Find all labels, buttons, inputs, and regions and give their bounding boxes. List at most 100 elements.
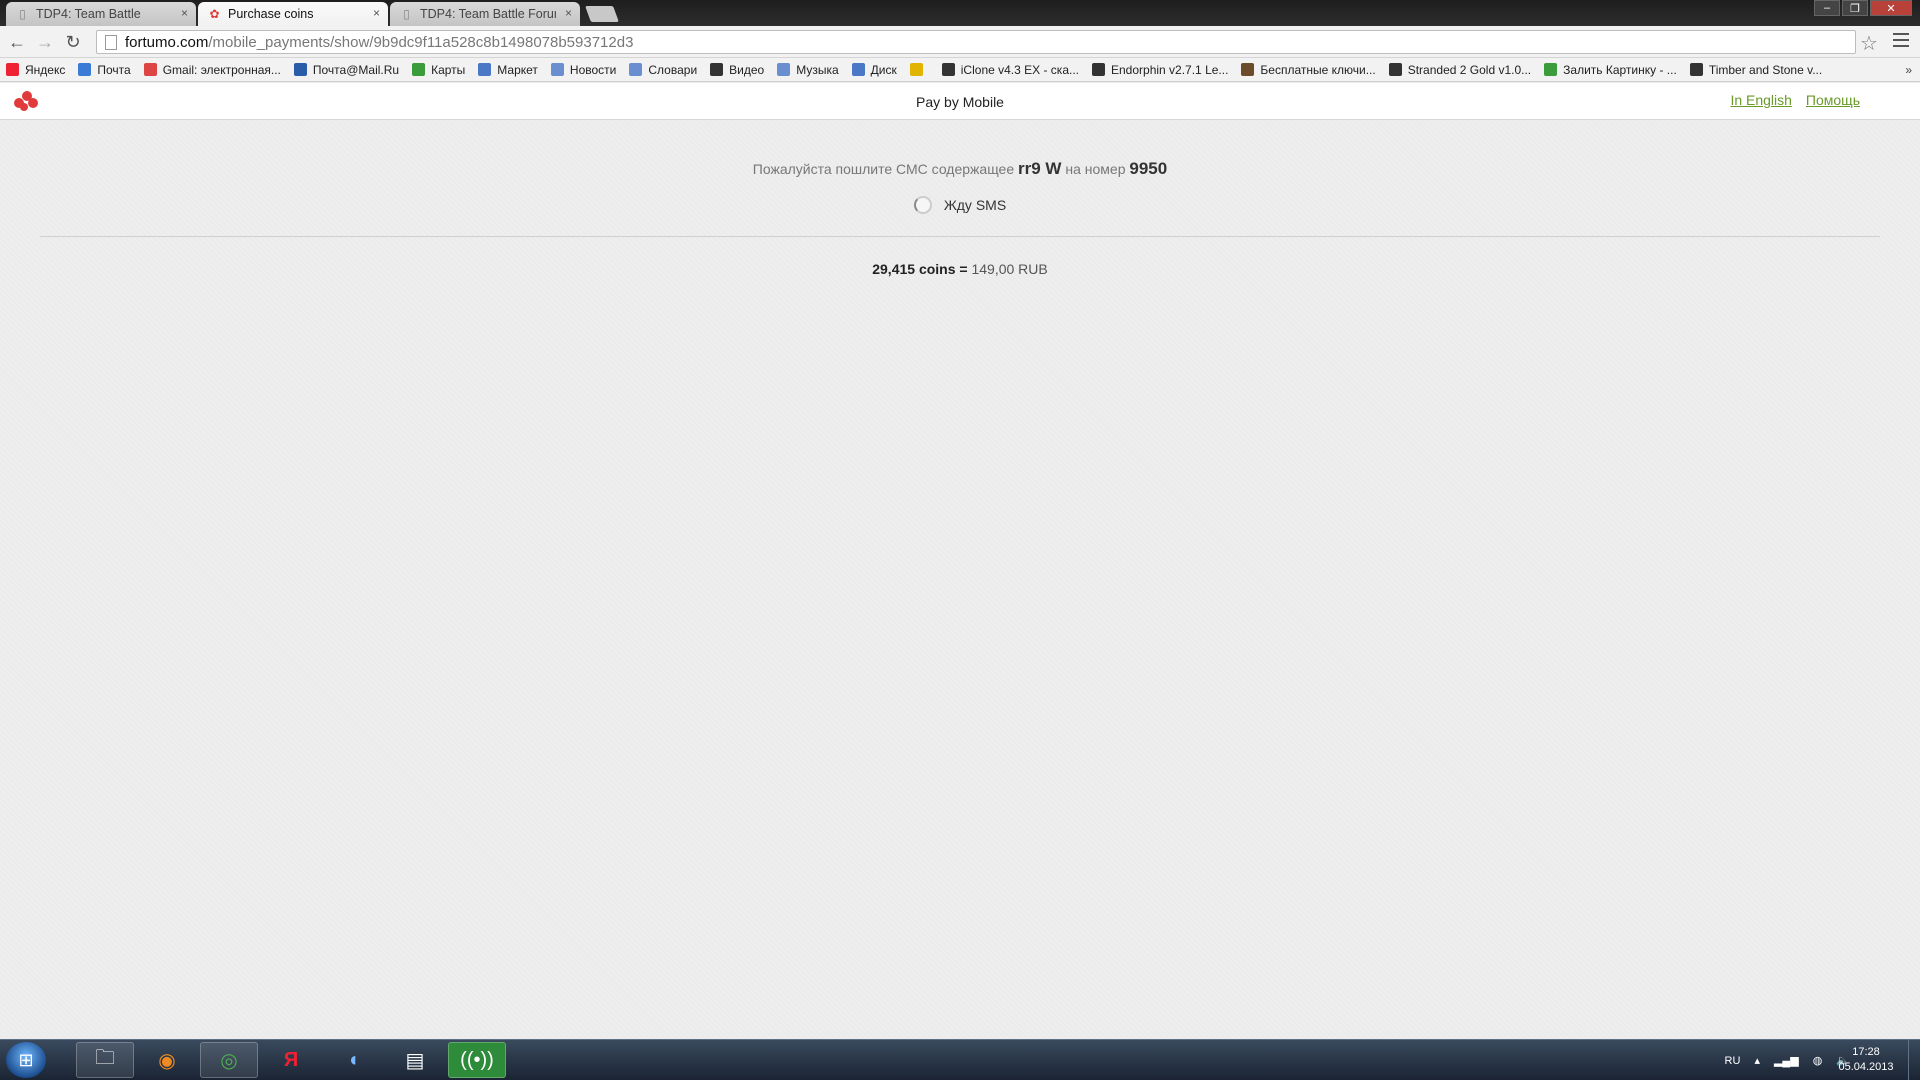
bookmark-label: Timber and Stone v... [1708, 62, 1823, 77]
video-icon [710, 63, 724, 76]
firefox-icon[interactable]: ◉ [138, 1042, 196, 1078]
bookmark-label: Новости [569, 62, 617, 77]
maps-icon [412, 63, 426, 76]
help-link[interactable]: Помощь [1806, 92, 1860, 108]
start-button-icon[interactable]: ⊞ [6, 1042, 46, 1078]
bookmark-label: Видео [729, 62, 765, 77]
bookmark-item[interactable]: Endorphin v2.7.1 Le... [1092, 63, 1228, 77]
coins-amount: 29,415 coins = [872, 261, 968, 277]
tab-label: Purchase coins [228, 7, 314, 21]
url-path: /mobile_payments/show/9b9dc9f11a528c8b14… [208, 33, 634, 51]
windows-taskbar: ⊞ 🗀 ◉ ◎ Я ◖ ▤ ((•)) RU ▴ ▂▄▆ ◍ 🔈 17:28 0… [0, 1039, 1920, 1080]
maximize-icon[interactable]: ❐ [1842, 0, 1868, 16]
in-english-link[interactable]: In English [1730, 92, 1791, 108]
bookmark-item[interactable]: Словари [629, 63, 697, 77]
language-indicator[interactable]: RU [1725, 1055, 1741, 1067]
key-icon [1241, 63, 1255, 76]
bookmark-item[interactable]: Почта [78, 63, 131, 77]
system-tray: RU ▴ ▂▄▆ ◍ 🔈 [1725, 1040, 1850, 1080]
globe-icon[interactable]: ◍ [1813, 1054, 1823, 1067]
bookmarks-bar: Яндекс Почта Gmail: электронная... Почта@Ma… [0, 58, 1920, 82]
bookmark-star-icon[interactable]: ☆ [1860, 31, 1878, 56]
price-summary: 29,415 coins = 149,00 RUB [0, 261, 1920, 277]
tab-label: TDP4: Team Battle Forum [420, 7, 556, 21]
chrome-menu-icon[interactable] [1893, 33, 1909, 47]
page-icon: ▯ [19, 7, 26, 21]
browser-toolbar: ← → ↻ fortumo.com /mobile_payments/show/… [0, 26, 1920, 58]
chrome-icon[interactable]: ◎ [200, 1042, 258, 1078]
reload-icon[interactable]: ↻ [62, 31, 84, 53]
package-icon [1689, 63, 1703, 76]
bookmarks-overflow-icon[interactable]: » [1905, 63, 1912, 77]
bookmark-item[interactable]: Карты [412, 63, 465, 77]
bookmark-item[interactable]: Яндекс [6, 63, 65, 77]
bookmark-item[interactable]: Gmail: электронная... [143, 63, 281, 77]
bookmark-item[interactable]: Stranded 2 Gold v1.0... [1388, 63, 1531, 77]
bookmark-item[interactable]: Бесплатные ключи... [1241, 62, 1376, 77]
bookmark-item[interactable]: Почта@Mail.Ru [293, 63, 399, 77]
bookmark-label: Endorphin v2.7.1 Le... [1111, 62, 1229, 77]
close-icon[interactable]: × [565, 6, 572, 20]
loading-spinner-icon [913, 196, 932, 214]
tab-purchase-coins[interactable]: ✿ Purchase coins × [198, 2, 388, 26]
forward-icon[interactable]: → [34, 31, 56, 53]
image-icon [1544, 63, 1558, 76]
bookmark-item[interactable]: Диск [851, 63, 897, 77]
bookmark-label: Маркет [497, 62, 538, 77]
bookmark-item[interactable]: Новости [550, 62, 617, 77]
tab-team-battle-forum[interactable]: ▯ TDP4: Team Battle Forum × [390, 2, 580, 26]
bookmark-item[interactable]: Timber and Stone v... [1689, 62, 1823, 77]
close-icon[interactable]: × [373, 6, 380, 20]
instruction-prefix: Пожалуйста пошлите СМС содержащее [752, 161, 1015, 177]
page-icon: ▯ [403, 7, 410, 21]
audio-icon[interactable]: ◖ [324, 1042, 382, 1078]
network-signal-icon[interactable]: ▂▄▆ [1774, 1054, 1799, 1067]
mailru-icon [293, 63, 307, 76]
document-icon[interactable]: ▤ [386, 1042, 444, 1078]
bookmark-item[interactable]: iClone v4.3 EX - ска... [941, 62, 1079, 77]
network-app-icon[interactable]: ((•)) [448, 1042, 506, 1078]
sms-instruction: Пожалуйста пошлите СМС содержащее rr9 W … [0, 159, 1920, 179]
bookmark-item[interactable]: Видео [710, 63, 764, 77]
close-icon[interactable]: × [181, 6, 188, 20]
sms-code: rr9 W [1018, 159, 1062, 178]
new-tab-button[interactable] [585, 6, 619, 22]
package-icon [941, 63, 955, 76]
bookmark-label: Музыка [796, 62, 839, 77]
package-icon [1092, 63, 1105, 76]
url-host: fortumo.com [125, 33, 209, 51]
yandex-icon [6, 63, 19, 76]
show-desktop-button[interactable] [1908, 1040, 1920, 1080]
header-links: In English Помощь [1730, 92, 1860, 108]
price-amount: 149,00 RUB [971, 261, 1048, 277]
window-close-icon[interactable]: ✕ [1870, 0, 1912, 16]
gmail-icon [143, 63, 157, 76]
dictionary-icon [629, 63, 643, 76]
bookmark-item[interactable]: Залить Картинку - ... [1544, 63, 1677, 77]
bookmark-label: Бесплатные ключи... [1260, 62, 1376, 77]
tab-label: TDP4: Team Battle [36, 7, 141, 21]
address-bar[interactable]: fortumo.com /mobile_payments/show/9b9dc9… [96, 30, 1856, 54]
clock[interactable]: 17:28 05.04.2013 [1836, 1045, 1896, 1075]
page-title: Pay by Mobile [916, 94, 1004, 110]
sms-number: 9950 [1129, 159, 1168, 178]
bookmark-item[interactable]: Маркет [478, 63, 538, 77]
package-icon [1388, 63, 1402, 76]
bookmark-label: Словари [648, 62, 698, 77]
bookmark-item[interactable] [909, 63, 929, 76]
bookmark-item[interactable]: Музыка [777, 62, 839, 77]
bookmark-label: iClone v4.3 EX - ска... [960, 62, 1079, 77]
star-folder-icon [909, 63, 923, 76]
explorer-icon[interactable]: 🗀 [76, 1042, 134, 1078]
tray-expand-icon[interactable]: ▴ [1754, 1054, 1760, 1067]
disk-icon [851, 63, 865, 76]
yandex-browser-icon[interactable]: Я [262, 1042, 320, 1078]
bookmark-label: Яндекс [25, 62, 66, 77]
site-header: Pay by Mobile In English Помощь [0, 83, 1920, 120]
minimize-icon[interactable]: – [1814, 0, 1840, 16]
news-icon [550, 63, 564, 76]
tab-team-battle[interactable]: ▯ TDP4: Team Battle × [6, 2, 196, 26]
window-controls: – ❐ ✕ [1814, 0, 1912, 16]
back-icon[interactable]: ← [6, 31, 28, 53]
fortumo-favicon-icon: ✿ [209, 7, 220, 21]
